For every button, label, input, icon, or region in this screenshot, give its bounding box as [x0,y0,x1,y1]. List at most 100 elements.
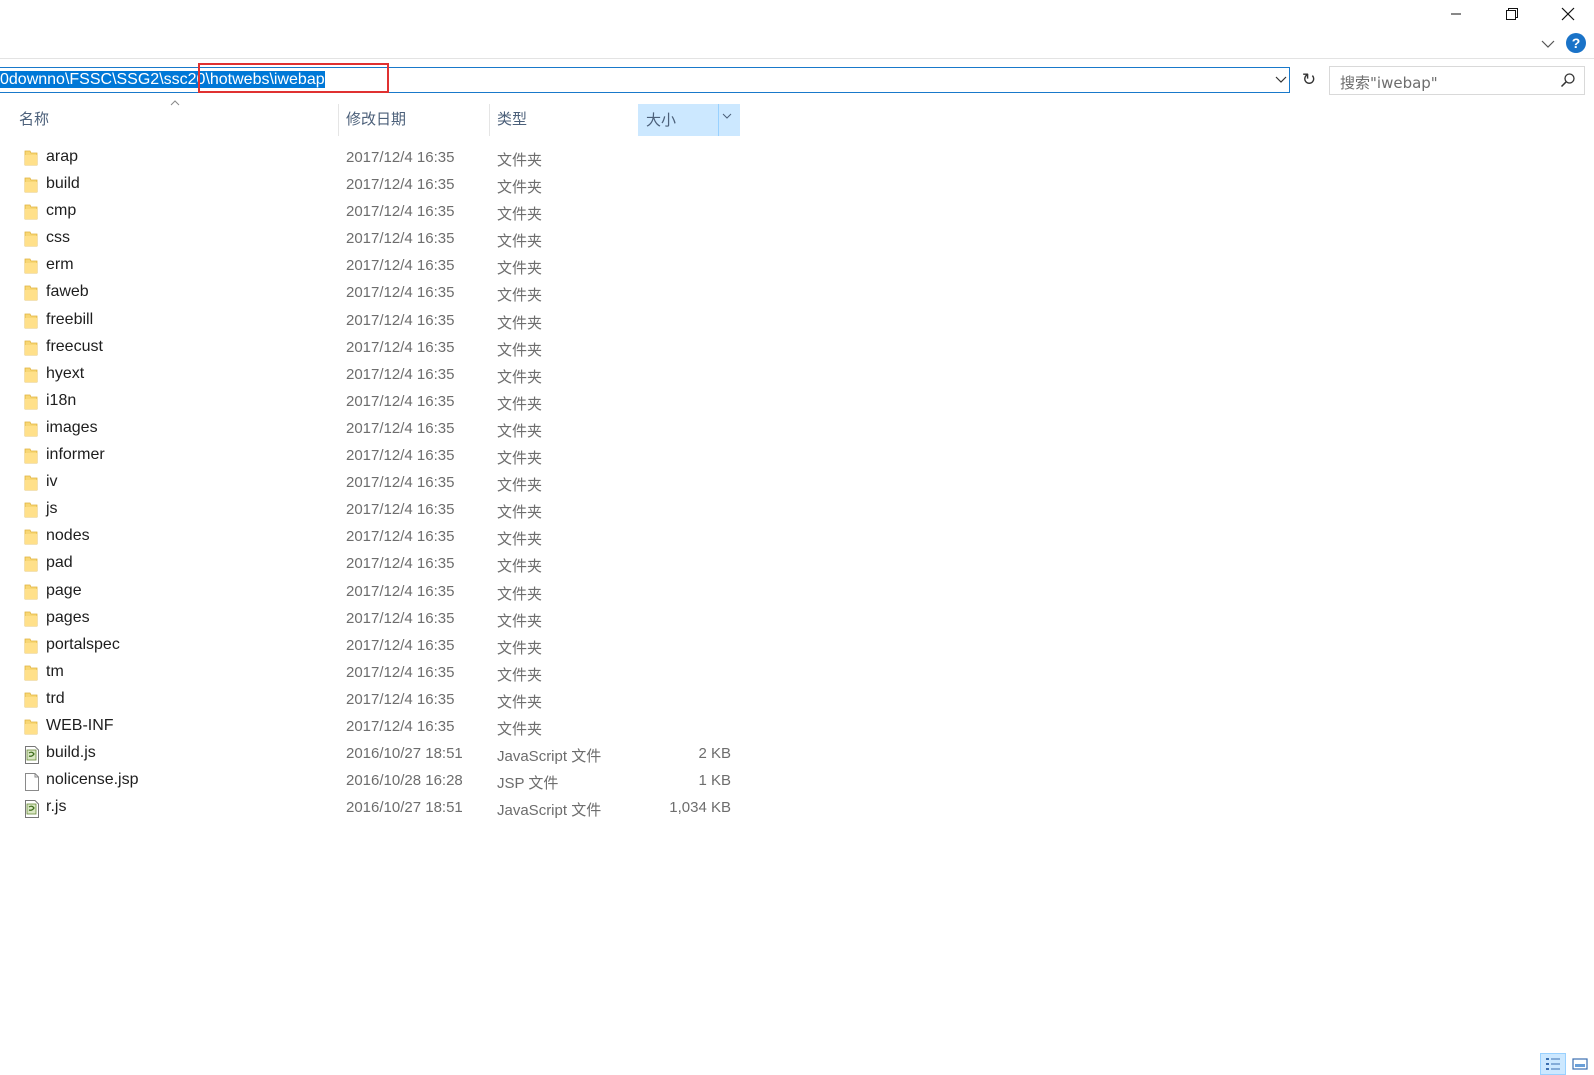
file-name[interactable]: portalspec [46,636,120,654]
file-row[interactable]: tm 2017/12/4 16:35 文件夹 [0,660,760,687]
file-row[interactable]: trd 2017/12/4 16:35 文件夹 [0,687,760,714]
refresh-button[interactable]: ↻ [1297,68,1321,92]
file-row[interactable]: freecust 2017/12/4 16:35 文件夹 [0,335,760,362]
column-header-name[interactable]: 名称 [19,102,49,136]
file-name[interactable]: informer [46,446,105,464]
chevron-down-icon[interactable] [722,112,732,120]
help-icon[interactable]: ? [1566,33,1586,53]
column-divider[interactable] [338,104,339,136]
file-name[interactable]: iv [46,473,58,491]
column-header-type[interactable]: 类型 [497,102,527,136]
file-row[interactable]: portalspec 2017/12/4 16:35 文件夹 [0,633,760,660]
file-row[interactable]: iv 2017/12/4 16:35 文件夹 [0,470,760,497]
column-divider[interactable] [489,104,490,136]
file-type: 文件夹 [497,422,543,440]
file-name[interactable]: cmp [46,202,76,220]
file-row[interactable]: nodes 2017/12/4 16:35 文件夹 [0,524,760,551]
restore-button[interactable] [1484,0,1540,28]
folder-icon [24,203,38,221]
annotation-highlight-box [198,63,389,93]
ribbon-collapsed-bar [0,30,1594,59]
file-type: JavaScript 文件 [497,748,602,766]
file-row[interactable]: WEB-INF 2017/12/4 16:35 文件夹 [0,714,760,741]
file-name[interactable]: hyext [46,365,84,383]
file-name[interactable]: js [46,500,58,518]
file-row[interactable]: cmp 2017/12/4 16:35 文件夹 [0,199,760,226]
file-row[interactable]: js 2017/12/4 16:35 文件夹 [0,497,760,524]
file-row[interactable]: nolicense.jsp 2016/10/28 16:28 JSP 文件 1 KB [0,768,760,795]
file-name[interactable]: freebill [46,311,93,329]
file-date: 2017/12/4 16:35 [346,528,455,546]
file-name[interactable]: erm [46,256,74,274]
file-row[interactable]: faweb 2017/12/4 16:35 文件夹 [0,280,760,307]
file-type: 文件夹 [497,720,543,738]
file-date: 2017/12/4 16:35 [346,419,455,437]
file-row[interactable]: hyext 2017/12/4 16:35 文件夹 [0,362,760,389]
folder-icon [24,664,38,682]
file-row[interactable]: pad 2017/12/4 16:35 文件夹 [0,551,760,578]
file-name[interactable]: r.js [46,798,66,816]
chevron-down-icon [1275,76,1287,83]
column-header-size[interactable]: 大小 [638,104,740,136]
file-name[interactable]: css [46,229,70,247]
file-date: 2016/10/27 18:51 [346,745,463,763]
file-name[interactable]: nodes [46,527,90,545]
file-name[interactable]: build.js [46,744,96,762]
file-row[interactable]: r.js 2016/10/27 18:51 JavaScript 文件 1,034 K… [0,795,760,822]
address-history-dropdown[interactable] [1272,72,1290,88]
file-date: 2017/12/4 16:35 [346,501,455,519]
file-date: 2017/12/4 16:35 [346,392,455,410]
column-divider [718,104,719,136]
search-box[interactable]: 搜索"iwebap" [1329,66,1585,95]
file-row[interactable]: i18n 2017/12/4 16:35 文件夹 [0,389,760,416]
file-type: 文件夹 [497,368,543,386]
file-name[interactable]: trd [46,690,65,708]
file-name[interactable]: WEB-INF [46,717,114,735]
file-name[interactable]: pad [46,554,73,572]
file-name[interactable]: images [46,419,98,437]
file-type: 文件夹 [497,314,543,332]
file-row[interactable]: build.js 2016/10/27 18:51 JavaScript 文件 2 K… [0,741,760,768]
folder-icon [24,718,38,736]
file-type: 文件夹 [497,693,543,711]
file-type: 文件夹 [497,450,543,468]
file-row[interactable]: build 2017/12/4 16:35 文件夹 [0,172,760,199]
folder-icon [24,366,38,384]
minimize-button[interactable] [1428,0,1484,28]
file-row[interactable]: freebill 2017/12/4 16:35 文件夹 [0,308,760,335]
file-name[interactable]: i18n [46,392,76,410]
folder-icon [24,149,38,167]
file-row[interactable]: erm 2017/12/4 16:35 文件夹 [0,253,760,280]
file-name[interactable]: freecust [46,338,103,356]
file-date: 2016/10/28 16:28 [346,772,463,790]
file-row[interactable]: page 2017/12/4 16:35 文件夹 [0,579,760,606]
close-button[interactable] [1540,0,1594,28]
folder-icon [24,474,38,492]
file-type: JSP 文件 [497,775,559,793]
file-row[interactable]: images 2017/12/4 16:35 文件夹 [0,416,760,443]
file-row[interactable]: pages 2017/12/4 16:35 文件夹 [0,606,760,633]
file-name[interactable]: pages [46,609,90,627]
file-row[interactable]: informer 2017/12/4 16:35 文件夹 [0,443,760,470]
file-date: 2017/12/4 16:35 [346,176,455,194]
large-icons-view-button[interactable] [1567,1053,1593,1075]
file-type: 文件夹 [497,206,543,224]
file-name[interactable]: build [46,175,80,193]
close-icon [1561,7,1575,21]
column-header-date[interactable]: 修改日期 [346,102,406,136]
file-name[interactable]: faweb [46,283,89,301]
file-name[interactable]: tm [46,663,64,681]
folder-icon [24,393,38,411]
file-name[interactable]: nolicense.jsp [46,771,139,789]
file-row[interactable]: css 2017/12/4 16:35 文件夹 [0,226,760,253]
folder-icon [24,339,38,357]
search-icon[interactable] [1560,72,1576,88]
file-name[interactable]: page [46,582,82,600]
file-row[interactable]: arap 2017/12/4 16:35 文件夹 [0,145,760,172]
file-date: 2017/12/4 16:35 [346,474,455,492]
details-view-button[interactable] [1540,1053,1566,1075]
file-name[interactable]: arap [46,148,78,166]
address-bar[interactable]: 0downno\FSSC\SSG2\ssc20\hotwebs\iwebap [0,67,1290,93]
folder-icon [24,583,38,601]
expand-ribbon-button[interactable] [1539,36,1557,52]
